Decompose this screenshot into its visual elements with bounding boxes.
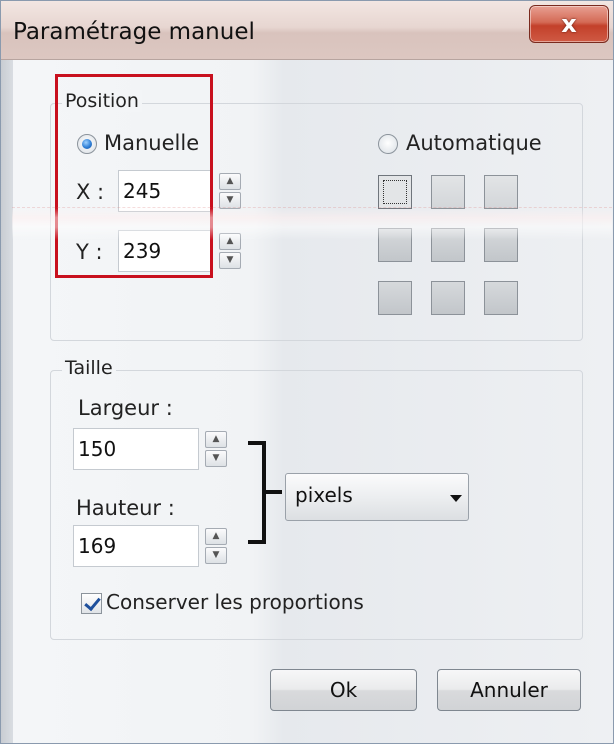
spin-up-icon[interactable]: ▲	[205, 528, 227, 545]
window-frame-left	[1, 60, 13, 743]
spin-up-icon[interactable]: ▲	[205, 431, 227, 448]
close-button[interactable]: x	[529, 5, 609, 43]
size-group-label: Taille	[62, 357, 116, 379]
width-input[interactable]: 150	[73, 428, 199, 470]
anchor-bottom-right[interactable]	[484, 281, 518, 315]
width-spinner[interactable]: ▲ ▼	[205, 431, 227, 467]
spin-up-icon[interactable]: ▲	[219, 173, 241, 190]
spin-down-icon[interactable]: ▼	[205, 450, 227, 467]
height-label: Hauteur :	[76, 496, 175, 520]
spin-down-icon[interactable]: ▼	[219, 192, 241, 209]
close-icon: x	[561, 10, 577, 38]
y-input[interactable]: 239	[118, 230, 211, 272]
cancel-button[interactable]: Annuler	[437, 669, 581, 711]
y-label: Y :	[76, 240, 103, 264]
position-group-label: Position	[62, 90, 142, 112]
height-input[interactable]: 169	[73, 525, 199, 567]
anchor-bottom-left[interactable]	[378, 281, 412, 315]
ok-button[interactable]: Ok	[270, 669, 417, 711]
x-input[interactable]: 245	[118, 170, 211, 212]
title-bar[interactable]: Paramétrage manuel x	[1, 1, 613, 60]
anchor-top-left[interactable]	[378, 175, 412, 209]
unit-dropdown-value: pixels	[295, 483, 353, 507]
link-bracket-tick	[266, 490, 282, 494]
link-bracket	[248, 441, 266, 544]
keep-ratio-checkbox[interactable]	[81, 593, 102, 614]
anchor-top-center[interactable]	[431, 175, 465, 209]
x-label: X :	[76, 180, 105, 204]
x-spinner[interactable]: ▲ ▼	[219, 173, 241, 209]
manual-radio-label[interactable]: Manuelle	[104, 131, 199, 155]
auto-radio-label[interactable]: Automatique	[406, 131, 542, 155]
manual-radio[interactable]	[77, 134, 97, 154]
dialog-title: Paramétrage manuel	[13, 19, 255, 45]
anchor-middle-center[interactable]	[431, 228, 465, 262]
spin-down-icon[interactable]: ▼	[205, 547, 227, 564]
spin-down-icon[interactable]: ▼	[219, 252, 241, 269]
keep-ratio-label[interactable]: Conserver les proportions	[106, 590, 364, 614]
anchor-middle-right[interactable]	[484, 228, 518, 262]
width-label: Largeur :	[78, 396, 173, 420]
anchor-bottom-center[interactable]	[431, 281, 465, 315]
spin-up-icon[interactable]: ▲	[219, 233, 241, 250]
anchor-middle-left[interactable]	[378, 228, 412, 262]
auto-radio[interactable]	[378, 134, 398, 154]
y-spinner[interactable]: ▲ ▼	[219, 233, 241, 269]
unit-dropdown[interactable]: pixels	[285, 473, 469, 521]
height-spinner[interactable]: ▲ ▼	[205, 528, 227, 564]
chevron-down-icon	[450, 495, 462, 502]
anchor-top-right[interactable]	[484, 175, 518, 209]
